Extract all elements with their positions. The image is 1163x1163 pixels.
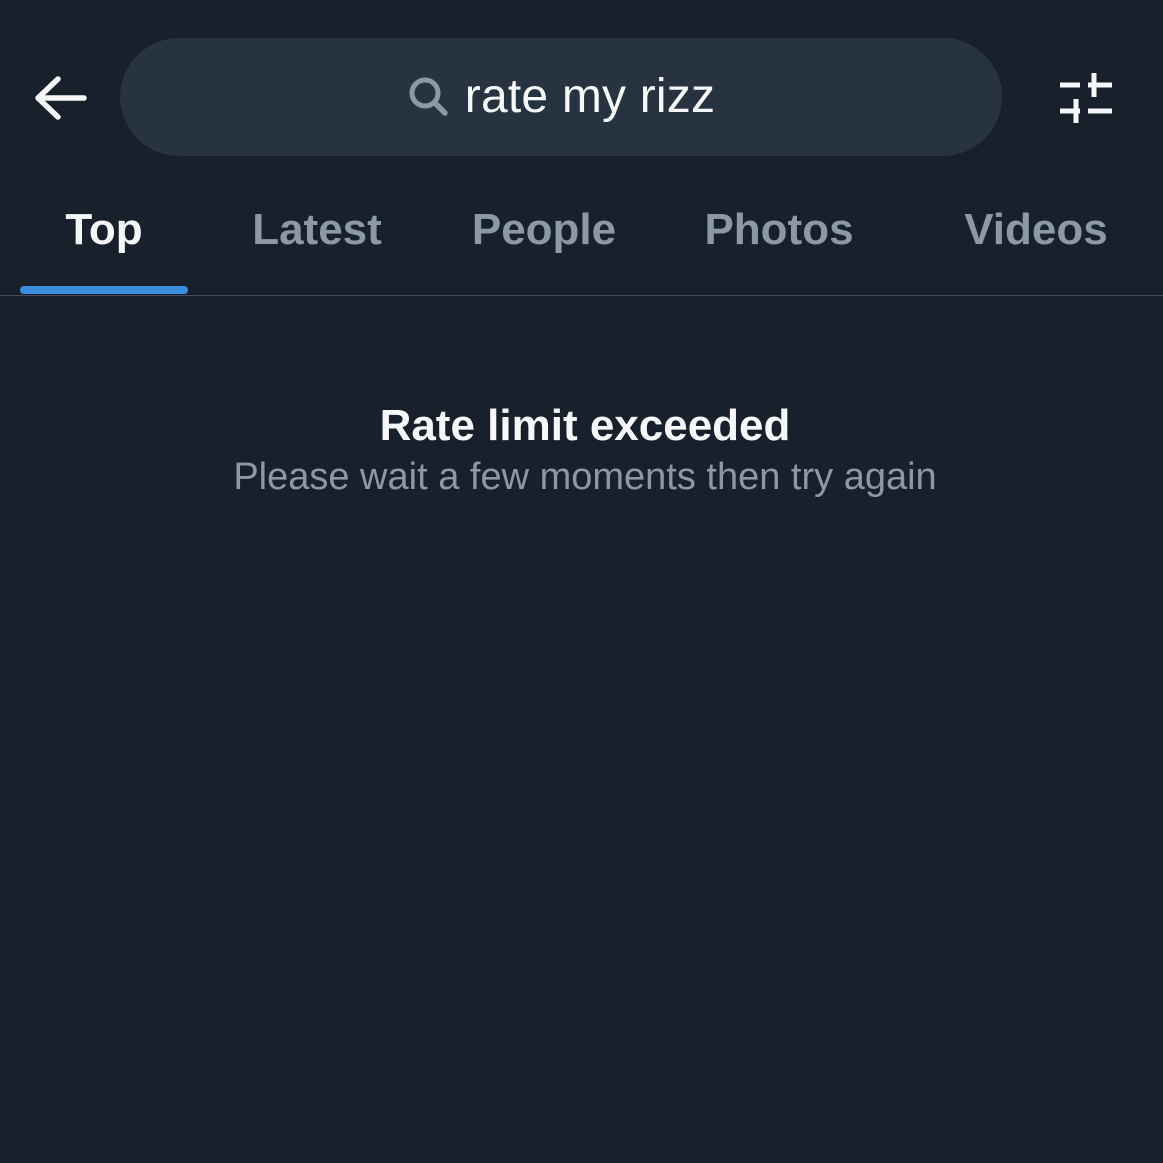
tab-label: Photos — [704, 205, 854, 254]
tab-people[interactable]: People — [444, 170, 644, 296]
search-input[interactable]: rate my rizz — [120, 38, 1002, 156]
search-tabs: Top Latest People Photos Videos — [0, 170, 1163, 296]
tab-photos[interactable]: Photos — [676, 170, 882, 296]
search-icon — [407, 75, 451, 119]
search-results-screen: rate my rizz Top Latest People Photos Vi… — [0, 0, 1163, 1163]
search-query-text: rate my rizz — [464, 70, 716, 123]
search-content: rate my rizz — [407, 73, 715, 121]
tab-label: People — [471, 205, 617, 254]
tabs-divider — [0, 295, 1163, 296]
tab-videos[interactable]: Videos — [930, 170, 1142, 296]
sliders-icon — [1060, 73, 1112, 123]
arrow-left-icon — [35, 76, 87, 120]
error-subtitle: Please wait a few moments then try again — [233, 456, 937, 498]
error-message: Rate limit exceeded Please wait a few mo… — [0, 398, 1163, 502]
tab-label: Top — [65, 205, 143, 254]
active-tab-indicator — [20, 286, 188, 294]
back-button[interactable] — [28, 66, 92, 130]
error-title: Rate limit exceeded — [379, 401, 791, 450]
search-filter-button[interactable] — [1052, 66, 1120, 130]
tab-label: Videos — [964, 205, 1108, 254]
tab-top[interactable]: Top — [20, 170, 188, 296]
tab-latest[interactable]: Latest — [222, 170, 412, 296]
tab-label: Latest — [252, 205, 382, 254]
